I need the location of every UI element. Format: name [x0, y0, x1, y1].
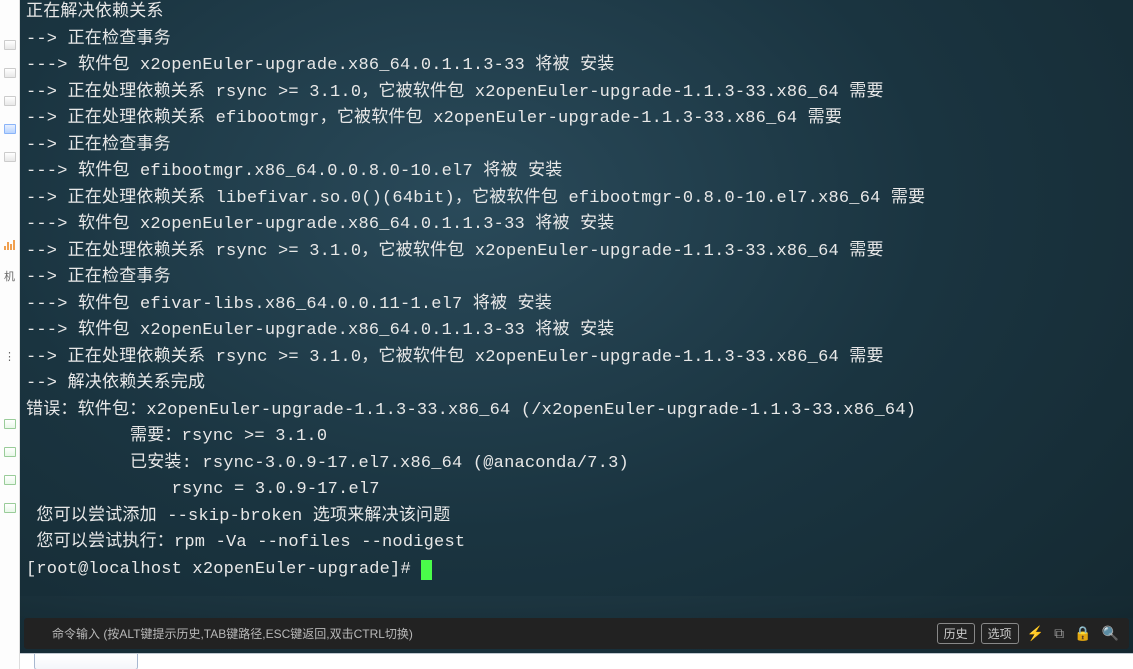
- terminal-line: ---> 软件包 efivar-libs.x86_64.0.0.11-1.el7…: [26, 292, 1127, 319]
- status-bar-right: 历史 选项 ⚡ ⧉ 🔒 🔍: [937, 623, 1121, 644]
- menu-dots-icon[interactable]: ⋮: [4, 350, 15, 363]
- terminal-prompt-line[interactable]: [root@localhost x2openEuler-upgrade]#: [26, 557, 1127, 584]
- terminal-line: ---> 软件包 x2openEuler-upgrade.x86_64.0.1.…: [26, 318, 1127, 345]
- terminal-line: 正在解决依赖关系: [26, 0, 1127, 27]
- terminal-line: ---> 软件包 x2openEuler-upgrade.x86_64.0.1.…: [26, 53, 1127, 80]
- thumb-icon[interactable]: [4, 475, 16, 485]
- thumb-icon[interactable]: [4, 68, 16, 78]
- thumb-icon[interactable]: [4, 419, 16, 429]
- terminal-output[interactable]: 正在解决依赖关系--> 正在检查事务---> 软件包 x2openEuler-u…: [20, 0, 1133, 596]
- app-root: 机 ⋮ 正在解决依赖关系--> 正在检查事务---> 软件包 x2openEul…: [0, 0, 1133, 669]
- terminal-line: --> 正在处理依赖关系 rsync >= 3.1.0，它被软件包 x2open…: [26, 80, 1127, 107]
- terminal-line: --> 正在处理依赖关系 rsync >= 3.1.0，它被软件包 x2open…: [26, 239, 1127, 266]
- search-icon[interactable]: 🔍: [1100, 625, 1121, 642]
- thumb-icon[interactable]: [4, 40, 16, 50]
- terminal-line: 您可以尝试添加 --skip-broken 选项来解决该问题: [26, 504, 1127, 531]
- terminal-blank[interactable]: [20, 596, 1133, 618]
- terminal-line: --> 正在检查事务: [26, 133, 1127, 160]
- options-button[interactable]: 选项: [981, 623, 1019, 644]
- bottom-tab-strip: [20, 653, 1133, 669]
- thumb-icon[interactable]: [4, 152, 16, 162]
- thumb-icon[interactable]: [4, 503, 16, 513]
- terminal-line: --> 正在处理依赖关系 rsync >= 3.1.0，它被软件包 x2open…: [26, 345, 1127, 372]
- terminal-prompt: [root@localhost x2openEuler-upgrade]#: [26, 560, 421, 579]
- copy-icon[interactable]: ⧉: [1052, 625, 1066, 642]
- thumb-icon[interactable]: [4, 96, 16, 106]
- bolt-icon[interactable]: ⚡: [1025, 625, 1046, 642]
- status-bar: 命令输入 (按ALT键提示历史,TAB键路径,ESC键返回,双击CTRL切换) …: [24, 618, 1129, 649]
- left-sidebar: 机 ⋮: [0, 0, 20, 669]
- terminal-line: 已安装: rsync-3.0.9-17.el7.x86_64 (@anacond…: [26, 451, 1127, 478]
- main-panel: 正在解决依赖关系--> 正在检查事务---> 软件包 x2openEuler-u…: [20, 0, 1133, 669]
- terminal-line: --> 正在处理依赖关系 efibootmgr，它被软件包 x2openEule…: [26, 106, 1127, 133]
- terminal-line: --> 正在处理依赖关系 libefivar.so.0()(64bit)，它被软…: [26, 186, 1127, 213]
- cursor-icon: [421, 560, 432, 580]
- terminal-line: --> 正在检查事务: [26, 265, 1127, 292]
- chart-icon[interactable]: [4, 238, 15, 250]
- terminal-line: --> 解决依赖关系完成: [26, 371, 1127, 398]
- thumb-icon-active[interactable]: [4, 124, 16, 134]
- terminal-line: ---> 软件包 efibootmgr.x86_64.0.0.8.0-10.el…: [26, 159, 1127, 186]
- terminal-line: rsync = 3.0.9-17.el7: [26, 477, 1127, 504]
- bottom-tab[interactable]: [34, 654, 138, 669]
- thumb-icon[interactable]: [4, 447, 16, 457]
- label-machine: 机: [4, 268, 15, 284]
- lock-icon[interactable]: 🔒: [1072, 625, 1093, 642]
- terminal-line: 错误：软件包：x2openEuler-upgrade-1.1.3-33.x86_…: [26, 398, 1127, 425]
- terminal-line: 您可以尝试执行：rpm -Va --nofiles --nodigest: [26, 530, 1127, 557]
- history-button[interactable]: 历史: [937, 623, 975, 644]
- terminal-line: 需要：rsync >= 3.1.0: [26, 424, 1127, 451]
- terminal-line: --> 正在检查事务: [26, 27, 1127, 54]
- command-input-hint[interactable]: 命令输入 (按ALT键提示历史,TAB键路径,ESC键返回,双击CTRL切换): [32, 625, 937, 642]
- terminal-line: ---> 软件包 x2openEuler-upgrade.x86_64.0.1.…: [26, 212, 1127, 239]
